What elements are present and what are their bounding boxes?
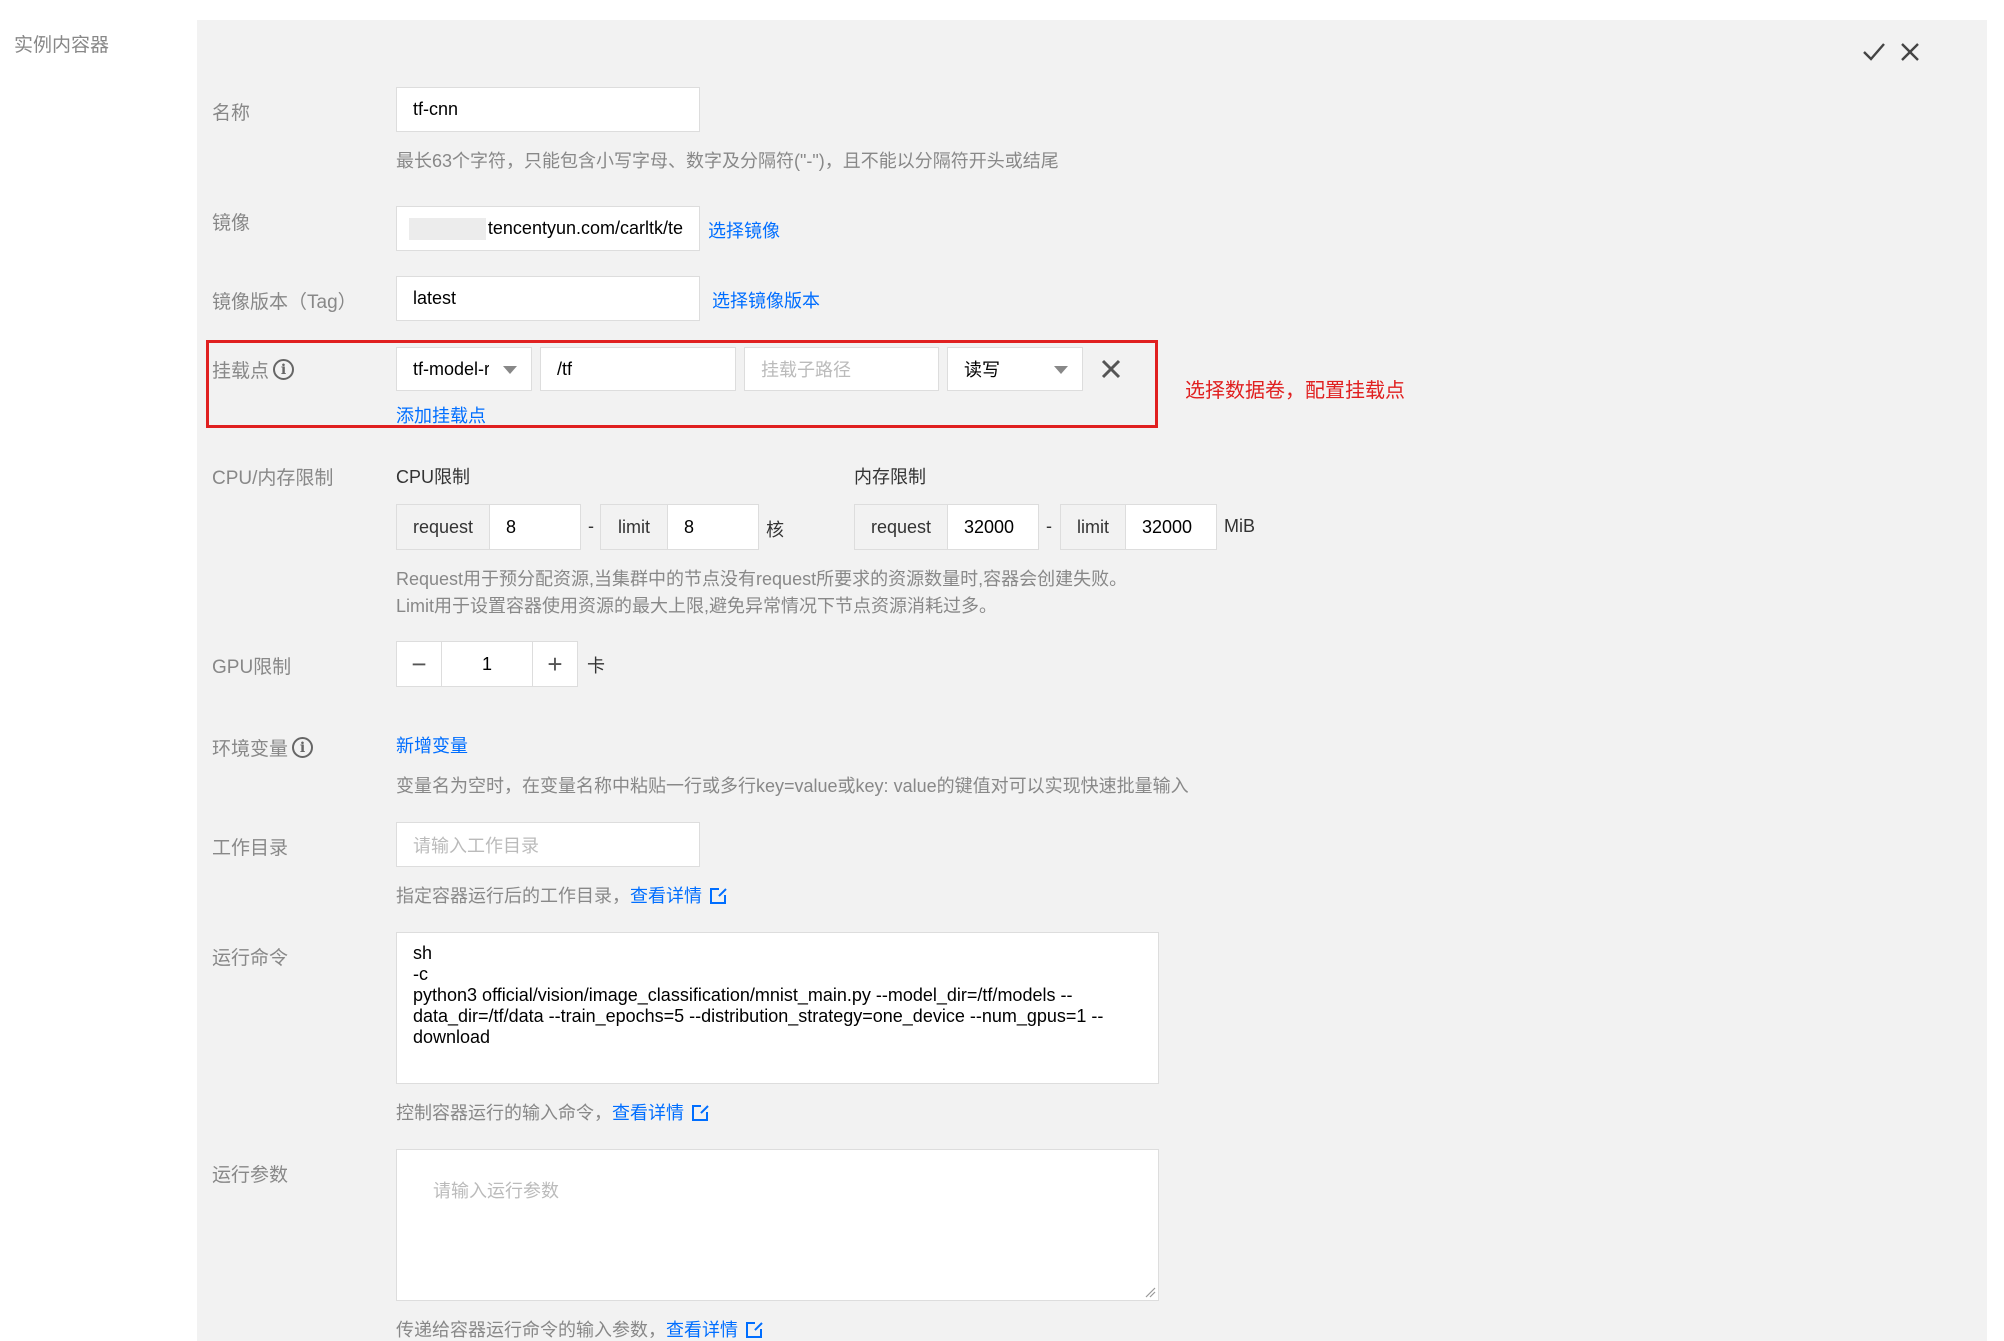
cpu-limit-addon: limit bbox=[600, 504, 668, 550]
command-label: 运行命令 bbox=[212, 948, 289, 969]
mount-volume-value: tf-model-r bbox=[413, 358, 489, 379]
mount-subpath-input[interactable]: 挂载子路径 bbox=[744, 347, 939, 391]
resources-label: CPU/内存限制 bbox=[212, 468, 334, 489]
cpu-range-dash: - bbox=[588, 516, 594, 536]
workdir-label: 工作目录 bbox=[212, 838, 289, 859]
mem-request-addon: request bbox=[854, 504, 948, 550]
page: 实例内容器 名称 tf-cnn 最长63个字符，只能包含小写字母、数字及分隔符(… bbox=[0, 0, 2004, 1341]
external-link-icon[interactable] bbox=[746, 1321, 763, 1338]
workdir-hint: 指定容器运行后的工作目录，查看详情 bbox=[396, 882, 727, 908]
gpu-unit: 卡 bbox=[587, 656, 605, 676]
resources-hint-line1: Request用于预分配资源,当集群中的节点没有request所要求的资源数量时… bbox=[396, 569, 1128, 589]
mem-unit: MiB bbox=[1224, 516, 1255, 536]
mount-volume-select[interactable]: tf-model-r bbox=[396, 347, 532, 391]
name-input[interactable]: tf-cnn bbox=[396, 87, 700, 132]
env-label: 环境变量 i bbox=[212, 734, 314, 761]
command-detail-link[interactable]: 查看详情 bbox=[612, 1103, 684, 1123]
args-placeholder: 请输入运行参数 bbox=[433, 1181, 560, 1201]
select-image-tag-link[interactable]: 选择镜像版本 bbox=[712, 287, 820, 313]
gpu-decrement-button[interactable]: − bbox=[396, 641, 442, 687]
image-input[interactable]: tencentyun.com/carltk/te bbox=[396, 206, 700, 251]
cpu-limit-title: CPU限制 bbox=[396, 467, 471, 487]
mount-label: 挂载点 i bbox=[212, 356, 295, 383]
mem-range-dash: - bbox=[1046, 516, 1052, 536]
mem-limit-input[interactable]: 32000 bbox=[1125, 504, 1217, 550]
info-icon[interactable]: i bbox=[292, 737, 314, 758]
args-hint: 传递给容器运行命令的输入参数，查看详情 bbox=[396, 1316, 763, 1341]
cpu-request-input[interactable]: 8 bbox=[489, 504, 581, 550]
cpu-limit-input[interactable]: 8 bbox=[667, 504, 759, 550]
mem-limit-title: 内存限制 bbox=[854, 467, 926, 487]
resize-handle-icon[interactable] bbox=[1144, 1286, 1156, 1298]
gpu-increment-button[interactable]: + bbox=[532, 641, 578, 687]
chevron-down-icon bbox=[503, 366, 517, 374]
cpu-request-addon: request bbox=[396, 504, 490, 550]
mount-annotation: 选择数据卷，配置挂载点 bbox=[1185, 380, 1405, 402]
args-textarea[interactable]: 请输入运行参数 bbox=[396, 1149, 1159, 1301]
mount-mode-select[interactable]: 读写 bbox=[947, 347, 1083, 391]
remove-mount-icon[interactable] bbox=[1098, 356, 1124, 382]
info-icon[interactable]: i bbox=[273, 359, 295, 380]
image-tag-input[interactable]: latest bbox=[396, 276, 700, 321]
check-icon[interactable] bbox=[1860, 38, 1888, 66]
external-link-icon[interactable] bbox=[692, 1104, 709, 1121]
image-label: 镜像 bbox=[212, 213, 251, 234]
command-hint-text: 控制容器运行的输入命令， bbox=[396, 1103, 612, 1123]
mem-request-input[interactable]: 32000 bbox=[947, 504, 1039, 550]
external-link-icon[interactable] bbox=[710, 887, 727, 904]
add-env-link[interactable]: 新增变量 bbox=[396, 732, 468, 758]
image-input-value: tencentyun.com/carltk/te bbox=[487, 218, 683, 238]
cpu-unit: 核 bbox=[766, 520, 784, 540]
section-label: 实例内容器 bbox=[14, 35, 110, 56]
image-registry-redacted bbox=[409, 217, 486, 240]
add-mount-link[interactable]: 添加挂载点 bbox=[396, 402, 486, 428]
name-hint: 最长63个字符，只能包含小写字母、数字及分隔符("-")，且不能以分隔符开头或结… bbox=[396, 151, 1059, 171]
mem-limit-addon: limit bbox=[1060, 504, 1126, 550]
workdir-hint-text: 指定容器运行后的工作目录， bbox=[396, 886, 630, 906]
close-icon[interactable] bbox=[1896, 38, 1924, 66]
args-label: 运行参数 bbox=[212, 1165, 289, 1186]
env-hint: 变量名为空时，在变量名称中粘贴一行或多行key=value或key: value… bbox=[396, 776, 1189, 796]
name-label: 名称 bbox=[212, 103, 251, 124]
select-image-link[interactable]: 选择镜像 bbox=[708, 217, 780, 243]
mount-mode-value: 读写 bbox=[964, 360, 1000, 380]
workdir-detail-link[interactable]: 查看详情 bbox=[630, 886, 702, 906]
args-detail-link[interactable]: 查看详情 bbox=[666, 1320, 738, 1340]
args-hint-text: 传递给容器运行命令的输入参数， bbox=[396, 1320, 666, 1340]
command-hint: 控制容器运行的输入命令，查看详情 bbox=[396, 1099, 709, 1125]
mount-path-input[interactable]: /tf bbox=[540, 347, 736, 391]
chevron-down-icon bbox=[1054, 366, 1068, 374]
command-textarea[interactable]: sh -c python3 official/vision/image_clas… bbox=[396, 932, 1159, 1084]
workdir-input[interactable]: 请输入工作目录 bbox=[396, 822, 700, 867]
resources-hint-line2: Limit用于设置容器使用资源的最大上限,避免异常情况下节点资源消耗过多。 bbox=[396, 596, 998, 616]
gpu-label: GPU限制 bbox=[212, 657, 292, 678]
gpu-count-input[interactable]: 1 bbox=[441, 641, 533, 687]
image-tag-label: 镜像版本（Tag） bbox=[212, 292, 357, 313]
